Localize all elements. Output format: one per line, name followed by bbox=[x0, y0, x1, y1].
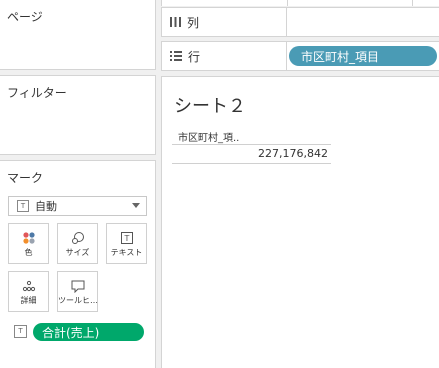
text-icon: T bbox=[107, 231, 146, 245]
detail-label: 詳細 bbox=[20, 296, 37, 305]
rows-label-text: 行 bbox=[188, 49, 201, 64]
marks-card: マーク T 自動 色 サイズ T テキスト 詳細 ツールヒ… T 合計(売上) bbox=[0, 160, 156, 368]
pages-card-title: ページ bbox=[7, 10, 43, 24]
svg-text:T: T bbox=[123, 234, 129, 243]
marks-card-title: マーク bbox=[7, 171, 44, 185]
text-field-pill[interactable]: 合計(売上) bbox=[33, 323, 144, 341]
top-strip bbox=[161, 0, 439, 6]
columns-shelf: 列 bbox=[161, 7, 439, 37]
text-label: テキスト bbox=[110, 248, 143, 257]
column-header[interactable]: 市区町村_項.. bbox=[178, 129, 239, 144]
filters-card-title: フィルター bbox=[7, 86, 67, 100]
color-icon bbox=[9, 231, 48, 245]
text-mark-icon: T bbox=[17, 200, 29, 212]
filters-card[interactable]: フィルター bbox=[0, 75, 156, 155]
pages-card[interactable]: ページ bbox=[0, 0, 156, 70]
header-divider bbox=[172, 144, 331, 145]
size-icon bbox=[58, 231, 97, 245]
detail-button[interactable]: 詳細 bbox=[8, 271, 49, 312]
mark-type-dropdown[interactable]: T 自動 bbox=[8, 196, 147, 216]
color-button[interactable]: 色 bbox=[8, 223, 49, 264]
color-label: 色 bbox=[24, 248, 33, 257]
columns-shelf-label: 列 bbox=[162, 8, 287, 36]
columns-label-text: 列 bbox=[187, 15, 200, 30]
text-button[interactable]: T テキスト bbox=[106, 223, 147, 264]
tooltip-button[interactable]: ツールヒ… bbox=[57, 271, 98, 312]
columns-icon bbox=[170, 17, 181, 27]
cell-divider bbox=[172, 163, 331, 164]
chevron-down-icon bbox=[132, 203, 140, 208]
size-label: サイズ bbox=[65, 248, 90, 257]
size-button[interactable]: サイズ bbox=[57, 223, 98, 264]
text-encoding-icon: T bbox=[14, 325, 27, 338]
sheet-title: シート２ bbox=[174, 96, 246, 117]
tooltip-icon bbox=[58, 279, 97, 293]
sheet-view[interactable]: シート２ 市区町村_項.. 227,176,842 bbox=[161, 76, 439, 368]
columns-drop-zone[interactable] bbox=[287, 8, 439, 36]
mark-type-value: 自動 bbox=[35, 200, 57, 213]
rows-icon bbox=[170, 51, 182, 61]
tooltip-label: ツールヒ… bbox=[58, 296, 97, 305]
rows-pill[interactable]: 市区町村_項目 bbox=[289, 46, 437, 66]
detail-icon bbox=[9, 279, 48, 293]
rows-shelf-label: 行 bbox=[162, 42, 287, 70]
cell-value[interactable]: 227,176,842 bbox=[172, 147, 328, 160]
